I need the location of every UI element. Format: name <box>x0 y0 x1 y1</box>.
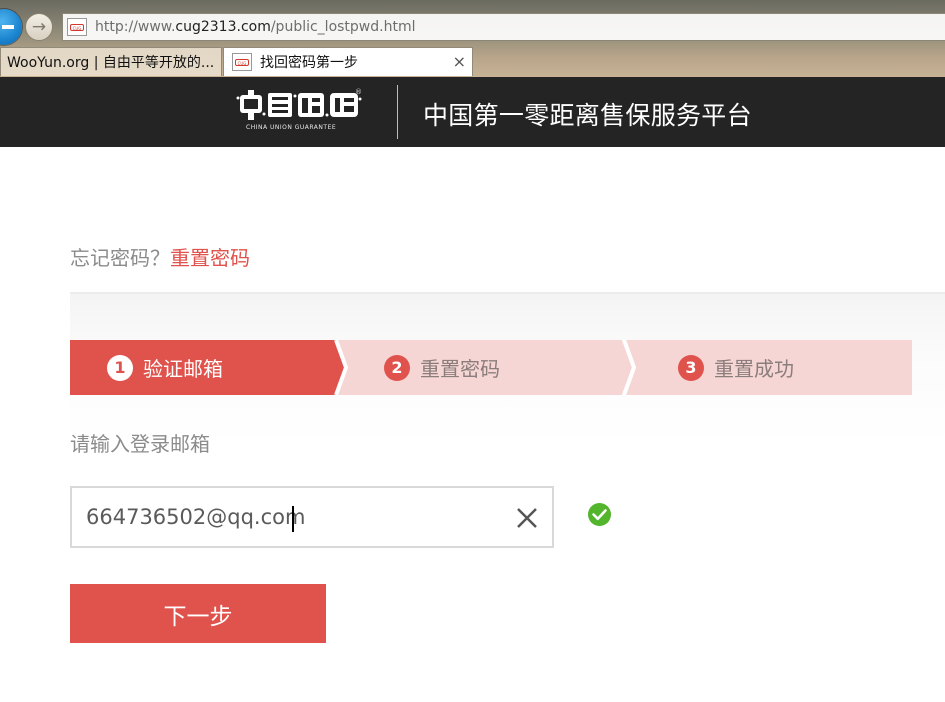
next-step-button[interactable]: 下一步 <box>70 584 326 643</box>
step-number: 2 <box>384 354 410 381</box>
step-number: 3 <box>678 354 704 381</box>
breadcrumb-current: 重置密码 <box>170 246 250 270</box>
step-label: 验证邮箱 <box>143 357 223 381</box>
step-reset-success: 3 重置成功 <box>678 340 794 395</box>
step-reset-password: 2 重置密码 <box>384 340 500 395</box>
email-input[interactable] <box>86 498 486 536</box>
step-number: 1 <box>107 354 133 381</box>
header-title: 中国第一零距离售保服务平台 <box>423 101 752 130</box>
browser-chrome: → CUG http://www.cug2313.com/public_lost… <box>0 0 945 77</box>
tab-close-icon[interactable]: × <box>453 52 466 71</box>
tab-label: WooYun.org | 自由平等开放的... <box>7 55 215 71</box>
breadcrumb-prefix: 忘记密码 <box>70 246 150 270</box>
step-verify-email: 1 验证邮箱 <box>107 340 223 395</box>
site-header: ® CHINA UNION GUARANTEE 中国第一零距离售保服务平台 <box>0 77 945 147</box>
tab-lostpwd[interactable]: CUG 找回密码第一步 × <box>223 47 473 76</box>
back-button[interactable] <box>0 9 22 45</box>
url-domain: cug2313.com <box>175 19 271 35</box>
logo[interactable]: ® CHINA UNION GUARANTEE <box>236 88 364 136</box>
text-caret <box>292 506 294 532</box>
close-icon[interactable] <box>516 507 538 529</box>
step-progress: 1 验证邮箱 2 重置密码 3 重置成功 <box>70 340 912 395</box>
tab-label: 找回密码第一步 <box>260 55 358 71</box>
url-path: /public_lostpwd.html <box>270 19 416 35</box>
tab-wooyun[interactable]: WooYun.org | 自由平等开放的... <box>0 47 222 76</box>
back-arrow-icon <box>2 25 14 29</box>
header-divider <box>397 85 398 139</box>
logo-registered-mark: ® <box>355 88 362 96</box>
breadcrumb-separator: ？ <box>150 246 170 270</box>
tab-strip: WooYun.org | 自由平等开放的... CUG 找回密码第一步 × <box>0 47 945 77</box>
email-field[interactable] <box>70 486 554 548</box>
email-field-label: 请输入登录邮箱 <box>70 432 210 456</box>
step-label: 重置密码 <box>420 357 500 381</box>
url-text[interactable]: http://www.cug2313.com/public_lostpwd.ht… <box>95 19 416 35</box>
step-label: 重置成功 <box>714 357 794 381</box>
site-favicon-icon: CUG <box>67 18 87 36</box>
breadcrumb: 忘记密码？重置密码 <box>70 242 250 271</box>
address-bar[interactable]: CUG http://www.cug2313.com/public_lostpw… <box>62 13 945 41</box>
forward-button[interactable]: → <box>25 13 53 41</box>
check-circle-icon <box>588 503 611 526</box>
logo-mark-icon <box>236 90 362 120</box>
logo-subtext: CHINA UNION GUARANTEE <box>246 124 337 131</box>
site-favicon-icon: CUG <box>232 53 252 71</box>
url-prefix: http://www. <box>95 19 176 35</box>
